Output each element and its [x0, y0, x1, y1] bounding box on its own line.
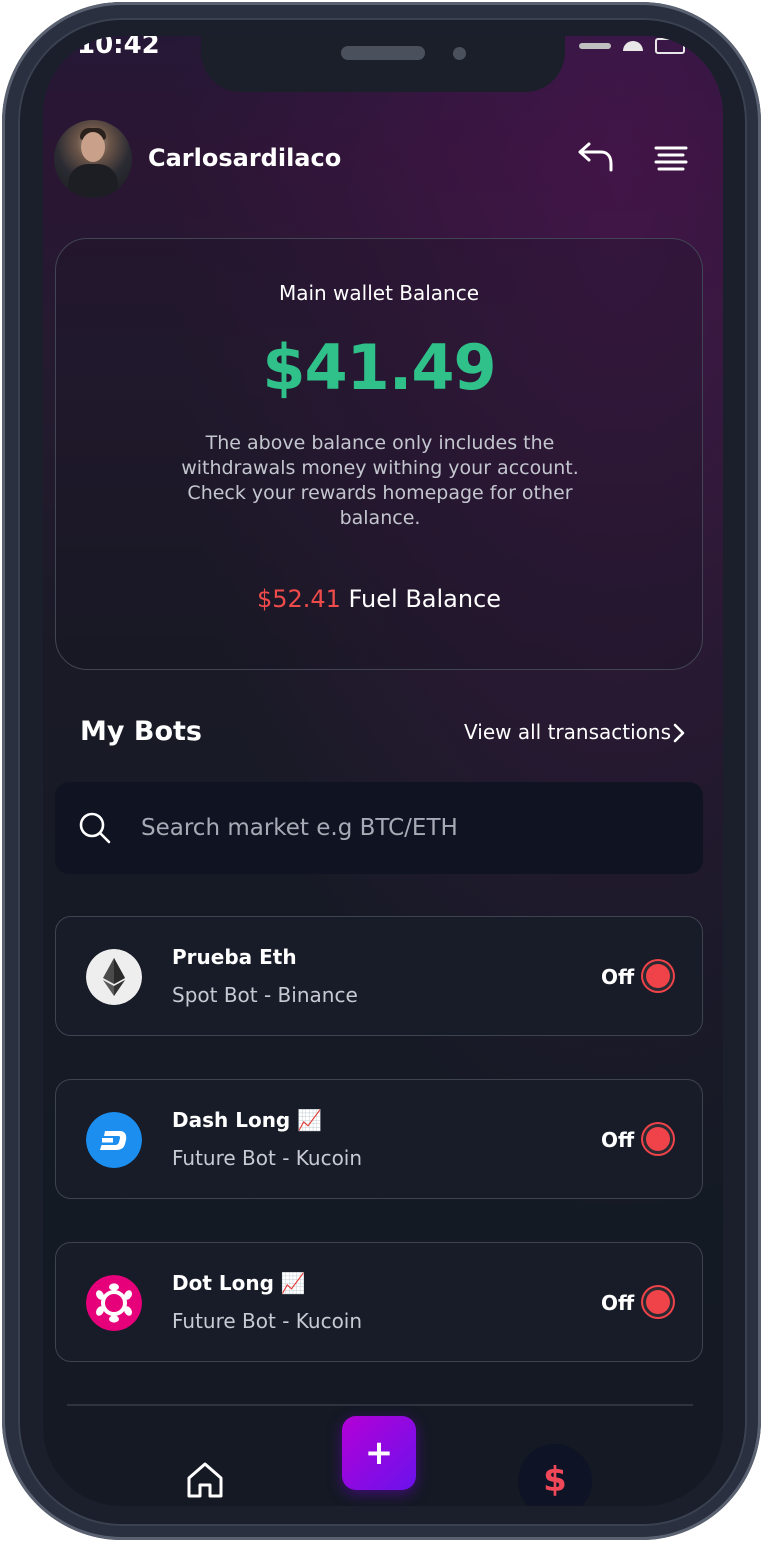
- header: Carlosardilaco: [43, 120, 723, 200]
- status-icons: [579, 38, 685, 54]
- bot-status-label: Off: [601, 965, 635, 989]
- back-arrow-icon: [578, 142, 613, 172]
- bot-type: Spot Bot - Binance: [172, 983, 358, 1007]
- search-bar[interactable]: [55, 782, 703, 874]
- bot-name: Dot Long 📈: [172, 1271, 306, 1295]
- home-icon[interactable]: [183, 1458, 227, 1502]
- view-all-transactions-link[interactable]: View all transactions: [464, 720, 671, 744]
- status-toggle[interactable]: [646, 1127, 670, 1151]
- dollar-icon: $: [543, 1460, 567, 1500]
- polkadot-icon: [86, 1275, 142, 1331]
- bot-card[interactable]: Dot Long 📈 Future Bot - Kucoin Off: [55, 1242, 703, 1362]
- bot-type: Future Bot - Kucoin: [172, 1146, 363, 1170]
- wallet-tab[interactable]: $: [518, 1444, 592, 1506]
- battery-icon: [655, 38, 685, 54]
- fuel-balance-amount: $52.41: [256, 585, 341, 613]
- dash-icon: [86, 1112, 142, 1168]
- search-input[interactable]: [139, 802, 663, 854]
- chevron-right-icon[interactable]: [669, 722, 689, 744]
- fuel-balance: $52.41 Fuel Balance: [56, 585, 702, 613]
- search-icon: [79, 812, 111, 844]
- section-title: My Bots: [80, 716, 202, 747]
- status-time: 10:42: [77, 36, 160, 60]
- bot-name: Dash Long 📈: [172, 1108, 323, 1132]
- wallet-balance-card: Main wallet Balance $41.49 The above bal…: [55, 238, 703, 670]
- bot-type: Future Bot - Kucoin: [172, 1309, 363, 1333]
- bottom-tab-bar: + $: [43, 1406, 723, 1506]
- username: Carlosardilaco: [148, 144, 342, 172]
- wifi-icon: [623, 41, 643, 51]
- balance-title: Main wallet Balance: [278, 281, 480, 305]
- bot-status-label: Off: [601, 1128, 635, 1152]
- avatar[interactable]: [54, 120, 132, 198]
- fuel-balance-label: Fuel Balance: [340, 585, 502, 613]
- my-bots-header: My Bots View all transactions: [43, 712, 723, 756]
- menu-button[interactable]: [649, 136, 693, 180]
- ethereum-icon: [86, 949, 142, 1005]
- app-screen: 10:42 Carlosardilaco Main wallet Balance…: [43, 36, 723, 1506]
- bot-status-label: Off: [601, 1291, 635, 1315]
- menu-icon: [654, 146, 688, 171]
- add-bot-button[interactable]: +: [342, 1416, 416, 1490]
- bot-card[interactable]: Dash Long 📈 Future Bot - Kucoin Off: [55, 1079, 703, 1199]
- bot-name: Prueba Eth: [172, 945, 297, 969]
- bot-card[interactable]: Prueba Eth Spot Bot - Binance Off: [55, 916, 703, 1036]
- plus-icon: +: [364, 1433, 394, 1473]
- speaker-icon: [341, 46, 425, 60]
- balance-note: The above balance only includes the with…: [181, 432, 579, 529]
- status-toggle[interactable]: [646, 1290, 670, 1314]
- balance-amount: $41.49: [262, 331, 496, 404]
- back-button[interactable]: [575, 136, 619, 180]
- status-toggle[interactable]: [646, 964, 670, 988]
- camera-icon: [453, 47, 466, 60]
- notch: [201, 36, 565, 92]
- signal-icon: [579, 43, 611, 49]
